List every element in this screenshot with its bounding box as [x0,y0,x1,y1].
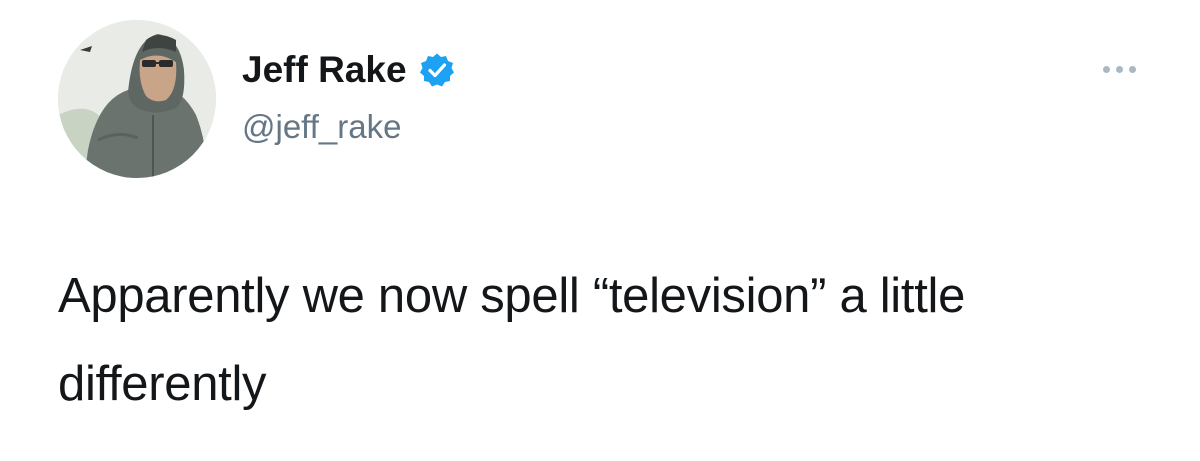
more-dot [1102,65,1110,73]
author-handle[interactable]: @jeff_rake [242,108,401,146]
author-display-name[interactable]: Jeff Rake [242,49,407,91]
tweet-card: Jeff Rake @jeff_rake Apparently we now s… [0,0,1200,461]
more-dot [1128,65,1136,73]
more-options-icon[interactable] [1092,54,1146,84]
avatar[interactable] [58,20,216,178]
verified-badge-icon [419,52,455,88]
profile-photo-icon [58,20,216,178]
author-name-row: Jeff Rake [242,44,455,96]
tweet-text: Apparently we now spell “television” a l… [58,269,966,411]
more-dot [1115,65,1123,73]
